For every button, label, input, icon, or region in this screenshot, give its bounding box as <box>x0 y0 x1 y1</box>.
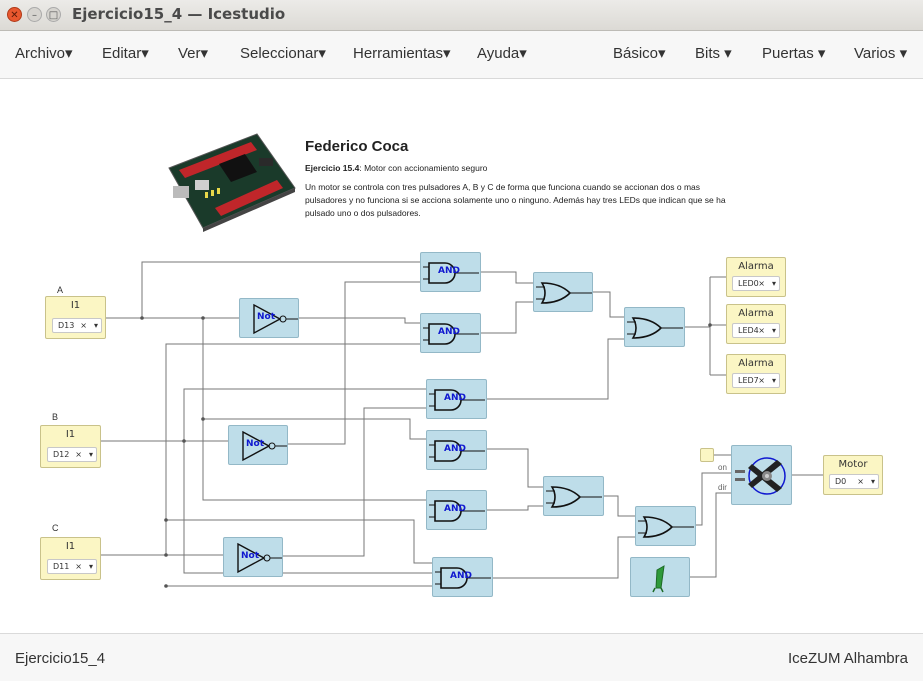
or-gate-1[interactable] <box>533 272 593 312</box>
and-gate-5[interactable]: AND <box>426 490 487 530</box>
not-gate-b[interactable]: Not <box>228 425 288 465</box>
and-gate-1[interactable]: AND <box>420 252 481 292</box>
exercise-description: Un motor se controla con tres pulsadores… <box>305 182 726 218</box>
author-heading: Federico Coca <box>305 138 409 155</box>
pin-select-motor[interactable]: D0 × ▾ <box>829 474 879 489</box>
input-label-b: B <box>52 412 59 422</box>
board-name[interactable]: IceZUM Alhambra <box>788 650 908 667</box>
and-gate-4[interactable]: AND <box>426 430 487 470</box>
or-gate-2[interactable] <box>624 307 685 347</box>
exercise-subtitle: Ejercicio 15.4: Motor con accionamiento … <box>305 163 488 173</box>
constant-one-block[interactable] <box>630 557 690 597</box>
and-gate-3[interactable]: AND <box>426 379 487 419</box>
motor-dir-label: dir <box>718 483 727 492</box>
output-block-led0[interactable]: Alarma LED0 × ▾ <box>726 257 786 297</box>
dropdown-caret-icon: ▾ <box>88 450 93 459</box>
project-name: Ejercicio15_4 <box>15 650 106 667</box>
pin-select-b[interactable]: D12 × ▾ <box>47 447 97 462</box>
dropdown-caret-icon: ▾ <box>93 321 98 330</box>
pin-select-led7[interactable]: LED7 × ▾ <box>732 373 780 388</box>
input-block-b[interactable]: I1 D12 × ▾ <box>40 425 101 468</box>
motor-driver-icon <box>735 457 786 495</box>
pin-select-a[interactable]: D13 × ▾ <box>52 318 102 333</box>
output-block-led4[interactable]: Alarma LED4 × ▾ <box>726 304 786 344</box>
small-input-block[interactable] <box>700 448 714 462</box>
output-block-led7[interactable]: Alarma LED7 × ▾ <box>726 354 786 394</box>
dropdown-caret-icon: ▾ <box>771 376 776 385</box>
input-label-a: A <box>57 285 64 295</box>
pin-select-led0[interactable]: LED0 × ▾ <box>732 276 780 291</box>
motor-driver-block[interactable] <box>731 445 792 505</box>
fpga-board-image <box>168 133 296 232</box>
input-label-c: C <box>52 523 59 533</box>
dropdown-caret-icon: ▾ <box>771 326 776 335</box>
input-block-a[interactable]: I1 D13 × ▾ <box>45 296 106 339</box>
not-gate-a[interactable]: Not <box>239 298 299 338</box>
not-gate-c[interactable]: Not <box>223 537 283 577</box>
and-gate-2[interactable]: AND <box>420 313 481 353</box>
pin-select-c[interactable]: D11 × ▾ <box>47 559 97 574</box>
dropdown-caret-icon: ▾ <box>870 477 875 486</box>
and-gate-6[interactable]: AND <box>432 557 493 597</box>
pin-select-led4[interactable]: LED4 × ▾ <box>732 323 780 338</box>
or-gate-4[interactable] <box>635 506 696 546</box>
dropdown-caret-icon: ▾ <box>88 562 93 571</box>
status-bar: Ejercicio15_4 IceZUM Alhambra <box>0 633 923 681</box>
constant-one-icon <box>652 565 665 593</box>
input-block-c[interactable]: I1 D11 × ▾ <box>40 537 101 580</box>
dropdown-caret-icon: ▾ <box>771 279 776 288</box>
output-block-motor[interactable]: Motor D0 × ▾ <box>823 455 883 495</box>
or-gate-3[interactable] <box>543 476 604 516</box>
motor-on-label: on <box>718 463 727 472</box>
